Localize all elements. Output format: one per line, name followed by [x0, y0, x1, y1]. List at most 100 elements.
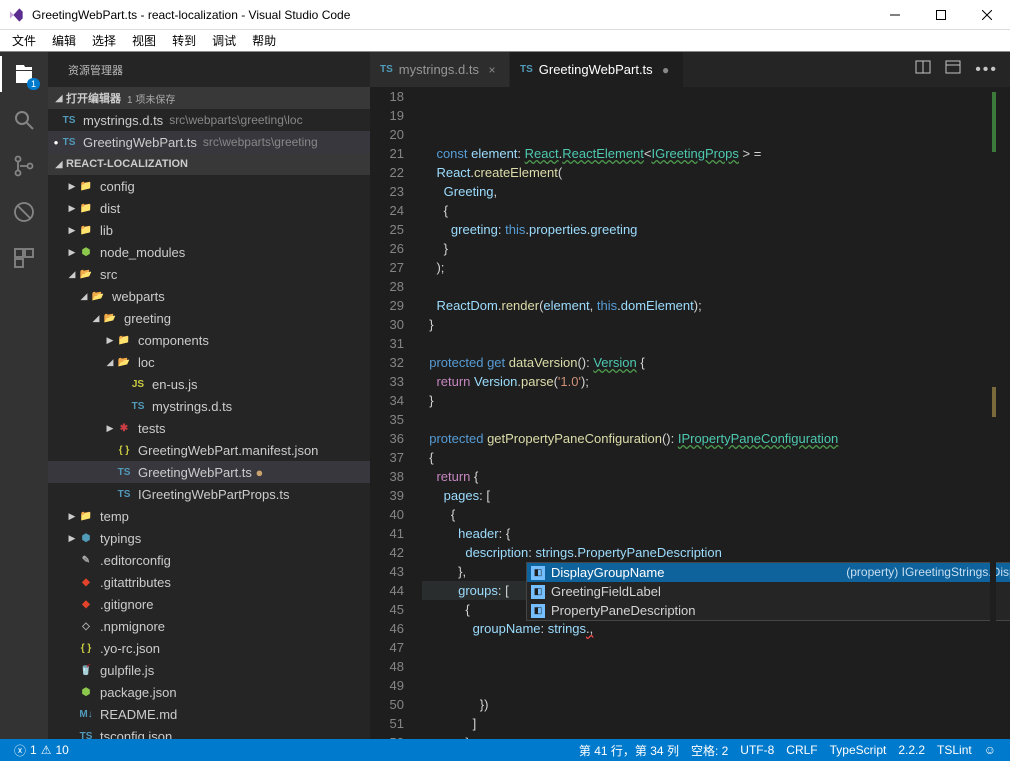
menu-item[interactable]: 视图	[124, 30, 164, 51]
file-tree-item[interactable]: ◢📂greeting	[48, 307, 370, 329]
file-tree-item[interactable]: ✎.editorconfig	[48, 549, 370, 571]
file-tree-item[interactable]: TSmystrings.d.ts	[48, 395, 370, 417]
file-tree-item[interactable]: ◢📂loc	[48, 351, 370, 373]
ts-icon: TS	[61, 134, 77, 150]
editor-tab[interactable]: TSmystrings.d.ts×	[370, 52, 510, 87]
menu-item[interactable]: 编辑	[44, 30, 84, 51]
window-titlebar: GreetingWebPart.ts - react-localization …	[0, 0, 1010, 30]
window-title: GreetingWebPart.ts - react-localization …	[32, 8, 872, 22]
status-ts-version[interactable]: 2.2.2	[892, 742, 931, 759]
suggest-item[interactable]: ◧PropertyPaneDescription	[527, 601, 1010, 620]
minimize-button[interactable]	[872, 0, 918, 30]
file-icon: 📂	[102, 310, 118, 326]
editor-tab[interactable]: TSGreetingWebPart.ts●	[510, 52, 684, 87]
menu-item[interactable]: 调试	[204, 30, 244, 51]
layout-icon[interactable]	[945, 59, 961, 80]
file-icon: ◆	[78, 574, 94, 590]
status-encoding[interactable]: UTF-8	[734, 742, 780, 759]
file-tree-item[interactable]: ▶✱tests	[48, 417, 370, 439]
file-icon: { }	[116, 442, 132, 458]
status-eol[interactable]: CRLF	[780, 742, 823, 759]
status-spaces[interactable]: 空格: 2	[685, 742, 734, 759]
file-icon: ◇	[78, 618, 94, 634]
file-icon: M↓	[78, 706, 94, 722]
menu-item[interactable]: 帮助	[244, 30, 284, 51]
close-icon[interactable]: ×	[485, 63, 499, 77]
intellisense-popup[interactable]: ◧DisplayGroupName(property) IGreetingStr…	[526, 562, 1010, 621]
search-icon[interactable]	[10, 106, 38, 134]
file-tree-item[interactable]: ▶⬢node_modules	[48, 241, 370, 263]
minimap[interactable]	[990, 87, 996, 739]
file-icon: 📂	[116, 354, 132, 370]
file-icon: 🥤	[78, 662, 94, 678]
ts-icon: TS	[380, 64, 393, 75]
file-icon: ⬢	[78, 684, 94, 700]
code-content[interactable]: const element: React.ReactElement<IGreet…	[422, 87, 990, 739]
file-tree-item[interactable]: JSen-us.js	[48, 373, 370, 395]
file-tree-item[interactable]: { }.yo-rc.json	[48, 637, 370, 659]
explorer-badge: 1	[27, 78, 40, 90]
file-tree-item[interactable]: ▶📁lib	[48, 219, 370, 241]
suggest-item[interactable]: ◧DisplayGroupName(property) IGreetingStr…	[527, 563, 1010, 582]
explorer-icon[interactable]: 1	[10, 60, 38, 88]
property-icon: ◧	[531, 585, 545, 599]
open-editor-item[interactable]: TSmystrings.d.tssrc\webparts\greeting\lo…	[48, 109, 370, 131]
file-icon: JS	[130, 376, 146, 392]
status-cursor[interactable]: 第 41 行，第 34 列	[573, 742, 685, 759]
split-editor-icon[interactable]	[915, 59, 931, 80]
file-icon: { }	[78, 640, 94, 656]
menu-item[interactable]: 转到	[164, 30, 204, 51]
file-tree-item[interactable]: ▶📁components	[48, 329, 370, 351]
file-tree-item[interactable]: TStsconfig.json	[48, 725, 370, 739]
file-icon: TS	[78, 728, 94, 739]
file-tree-item[interactable]: ▶📁config	[48, 175, 370, 197]
ts-icon: TS	[61, 112, 77, 128]
file-tree-item[interactable]: ◇.npmignore	[48, 615, 370, 637]
file-icon: ✎	[78, 552, 94, 568]
file-tree-item[interactable]: TSIGreetingWebPartProps.ts	[48, 483, 370, 505]
suggest-item[interactable]: ◧GreetingFieldLabel	[527, 582, 1010, 601]
warning-icon: ⚠	[41, 743, 52, 757]
file-icon: ◆	[78, 596, 94, 612]
file-tree-item[interactable]: ◆.gitignore	[48, 593, 370, 615]
file-tree-item[interactable]: ◢📂src	[48, 263, 370, 285]
project-header[interactable]: ◢ REACT-LOCALIZATION	[48, 153, 370, 175]
file-tree-item[interactable]: ⬢package.json	[48, 681, 370, 703]
file-icon: 📁	[78, 178, 94, 194]
code-area[interactable]: 1819202122232425262728293031323334353637…	[370, 87, 1010, 739]
open-editors-header[interactable]: ◢ 打开编辑器 1 项未保存	[48, 87, 370, 109]
open-editors-label: 打开编辑器	[66, 90, 121, 106]
file-tree-item[interactable]: ◆.gitattributes	[48, 571, 370, 593]
file-tree-item[interactable]: M↓README.md	[48, 703, 370, 725]
extensions-icon[interactable]	[10, 244, 38, 272]
property-icon: ◧	[531, 566, 545, 580]
menu-item[interactable]: 文件	[4, 30, 44, 51]
property-icon: ◧	[531, 604, 545, 618]
file-tree-item[interactable]: 🥤gulpfile.js	[48, 659, 370, 681]
more-icon[interactable]: •••	[975, 61, 998, 79]
file-tree-item[interactable]: TSGreetingWebPart.ts ●	[48, 461, 370, 483]
debug-icon[interactable]	[10, 198, 38, 226]
status-problems[interactable]: ⓧ1 ⚠10	[8, 742, 75, 759]
file-tree-item[interactable]: ▶⬢typings	[48, 527, 370, 549]
file-tree-item[interactable]: ▶📁dist	[48, 197, 370, 219]
chevron-down-icon: ◢	[52, 159, 66, 170]
file-tree-item[interactable]: ▶📁temp	[48, 505, 370, 527]
dirty-icon[interactable]: ●	[659, 63, 673, 77]
file-tree-item[interactable]: { }GreetingWebPart.manifest.json	[48, 439, 370, 461]
status-tslint[interactable]: TSLint	[931, 742, 978, 759]
menu-item[interactable]: 选择	[84, 30, 124, 51]
open-editor-item[interactable]: TSGreetingWebPart.tssrc\webparts\greetin…	[48, 131, 370, 153]
vertical-scrollbar[interactable]	[996, 87, 1010, 739]
file-tree-item[interactable]: ◢📂webparts	[48, 285, 370, 307]
file-icon: TS	[116, 464, 132, 480]
sidebar-title: 资源管理器	[48, 52, 370, 87]
source-control-icon[interactable]	[10, 152, 38, 180]
editor-area: TSmystrings.d.ts×TSGreetingWebPart.ts● •…	[370, 52, 1010, 739]
status-language[interactable]: TypeScript	[824, 742, 893, 759]
file-icon: ⬢	[78, 244, 94, 260]
close-button[interactable]	[964, 0, 1010, 30]
file-icon: ✱	[116, 420, 132, 436]
feedback-icon[interactable]: ☺	[978, 742, 1002, 759]
maximize-button[interactable]	[918, 0, 964, 30]
